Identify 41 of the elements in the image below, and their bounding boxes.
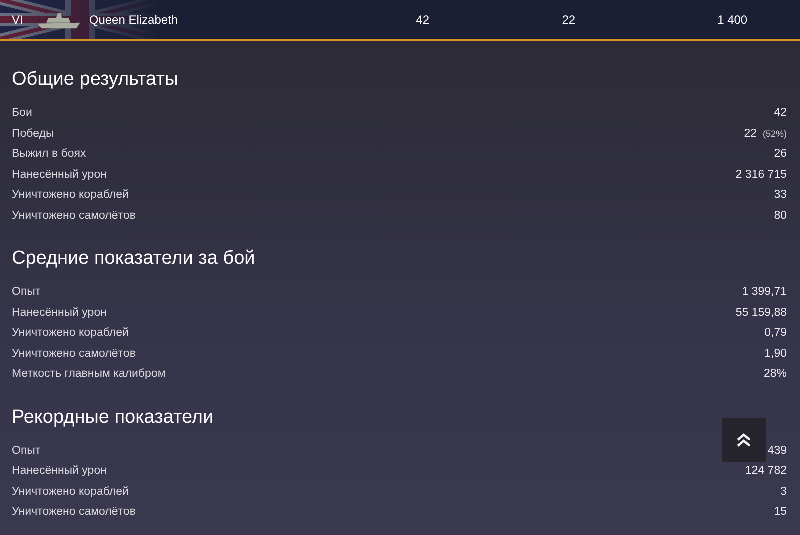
stat-label: Нанесённый урон	[12, 465, 107, 477]
scroll-top-button[interactable]	[722, 418, 766, 462]
stat-label: Уничтожено самолётов	[12, 506, 136, 518]
tier-label: VI	[11, 12, 24, 26]
stat-value: 439	[768, 444, 787, 456]
stat-value: 42	[774, 107, 787, 119]
stat-value: 55 159,88	[736, 306, 787, 318]
ship-name: Queen Elizabeth	[89, 12, 180, 26]
section-title: Рекордные показатели	[12, 406, 215, 430]
stat-value: 1,90	[764, 348, 787, 360]
stat-label: Уничтожено самолётов	[12, 210, 136, 222]
stat-value: 28%	[764, 368, 787, 380]
stat-value: 2 316 715	[736, 168, 787, 180]
stat-value: 33	[774, 189, 787, 201]
stat-value: 26	[774, 148, 787, 160]
stat-value: 1 399,71	[742, 286, 787, 298]
stat-value: 124 782	[745, 465, 787, 477]
stat-value: 3	[780, 486, 787, 498]
battles-count: 42	[415, 12, 431, 26]
stat-label: Уничтожено кораблей	[12, 189, 129, 201]
stat-label: Меткость главным калибром	[12, 368, 166, 380]
stat-value: 80	[774, 210, 787, 222]
wins-count: 22	[561, 12, 577, 26]
stat-value: 15	[774, 506, 787, 518]
stat-label: Нанесённый урон	[12, 306, 107, 318]
double-chevron-up-icon	[736, 432, 752, 448]
stat-label: Нанесённый урон	[12, 168, 107, 180]
stat-value: 0,79	[764, 327, 787, 339]
stat-percent: (52%)	[762, 128, 787, 138]
stat-label: Бои	[12, 107, 32, 119]
experience-value: 1 400	[716, 12, 749, 26]
stat-label: Уничтожено кораблей	[12, 327, 129, 339]
stat-label: Опыт	[12, 286, 41, 298]
stat-label: Уничтожено кораблей	[12, 486, 129, 498]
stat-label: Опыт	[12, 444, 41, 456]
stat-label: Выжил в боях	[12, 148, 86, 160]
stat-label: Уничтожено самолётов	[12, 348, 136, 360]
stat-value: 22	[744, 128, 757, 140]
section-title: Общие результаты	[12, 68, 180, 92]
section-title: Средние показатели за бой	[12, 247, 256, 271]
stat-label: Победы	[12, 128, 54, 140]
